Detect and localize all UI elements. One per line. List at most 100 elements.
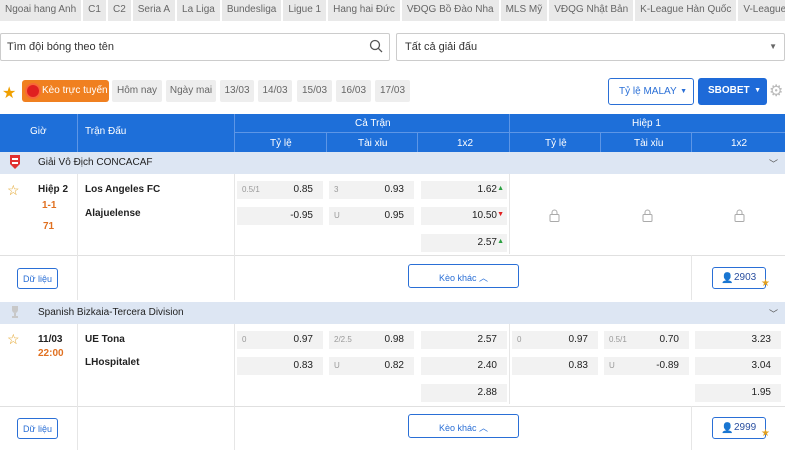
odds-cell[interactable]: 1.62 ▲ [421, 181, 507, 199]
odds-cell[interactable]: 3.04 [695, 357, 781, 375]
odds-cell[interactable]: 2.88 [421, 384, 507, 402]
odds-value: 0.85 [293, 184, 313, 195]
odds-cell[interactable]: U 0.95 [329, 207, 414, 225]
star-icon: ★ [761, 428, 770, 439]
more-odds-button[interactable]: Kèo khác ︿ [408, 414, 519, 438]
match-data-button[interactable]: Dữ liệu [17, 418, 58, 439]
league-tab[interactable]: MLS Mỹ [500, 0, 548, 21]
search-input[interactable]: Tìm đội bóng theo tên [0, 33, 390, 61]
user-icon: 👤 [721, 423, 734, 434]
odds-cell[interactable]: 1.95 [695, 384, 781, 402]
header-divider [234, 114, 235, 152]
league-tab[interactable]: VĐQG Nhật Bản [549, 0, 634, 21]
header-half-over-under: Tài xỉu [634, 138, 664, 149]
odds-line: 0 [517, 335, 522, 344]
odds-cell[interactable]: 0.5/1 0.70 [604, 331, 689, 349]
header-divider [509, 114, 510, 152]
odds-cell[interactable]: 0.83 [512, 357, 598, 375]
search-icon[interactable] [369, 39, 383, 53]
favorite-star-icon[interactable]: ☆ [7, 331, 20, 348]
trophy-icon [12, 306, 18, 318]
odds-cell[interactable]: 3.23 [695, 331, 781, 349]
more-odds-button[interactable]: Kèo khác ︿ [408, 264, 519, 288]
odds-cell[interactable]: 2.57 ▲ [421, 234, 507, 252]
chevron-down-icon: ▼ [680, 88, 687, 95]
odds-cell[interactable]: 3 0.93 [329, 181, 414, 199]
tab-date[interactable]: 15/03 [297, 80, 332, 102]
away-team: Alajuelense [85, 208, 141, 219]
bet-count-button[interactable]: 👤 2903 [712, 267, 766, 289]
date-row: ★ Kèo trực tuyến Hôm nay Ngày mai 13/03 … [0, 78, 785, 106]
chevron-down-icon[interactable]: ﹀ [769, 307, 778, 320]
gear-icon[interactable]: ⚙ [769, 81, 783, 101]
odds-cell[interactable]: 10.50 ▼ [421, 207, 507, 225]
header-half-handicap: Tỷ lệ [545, 138, 567, 149]
match-date: 11/03 [38, 334, 63, 345]
odds-value: 10.50 [471, 210, 497, 221]
tab-today[interactable]: Hôm nay [112, 80, 162, 102]
odds-format-label: Tỷ lệ MALAY [619, 86, 677, 97]
league-tab[interactable]: V-League [738, 0, 785, 21]
chevron-down-icon: ▼ [769, 42, 777, 51]
odds-line: 3 [334, 185, 339, 194]
odds-value: 0.82 [384, 360, 404, 371]
league-tab[interactable]: VĐQG Bồ Đào Nha [401, 0, 499, 21]
header-over-under: Tài xỉu [358, 138, 388, 149]
league-group-header[interactable]: Spanish Bizkaia-Tercera Division ﹀ [0, 302, 785, 324]
tab-tomorrow[interactable]: Ngày mai [166, 80, 216, 102]
league-tab[interactable]: K-League Hàn Quốc [635, 0, 737, 21]
arrow-up-icon: ▲ [497, 238, 504, 245]
odds-cell[interactable]: 0 0.97 [237, 331, 323, 349]
league-tab[interactable]: La Liga [177, 0, 220, 21]
odds-cell[interactable]: 0.5/1 0.85 [237, 181, 323, 199]
chevron-down-icon: ▼ [754, 87, 761, 94]
odds-cell[interactable]: 2.57 [421, 331, 507, 349]
odds-line: 0.5/1 [242, 185, 260, 194]
league-tab[interactable]: C1 [83, 0, 106, 21]
odds-value: 2.88 [477, 387, 497, 398]
odds-line: U [609, 361, 615, 370]
odds-cell[interactable]: 0 0.97 [512, 331, 598, 349]
odds-value: 0.97 [293, 334, 313, 345]
tab-live[interactable]: Kèo trực tuyến [22, 80, 109, 102]
league-tab[interactable]: C2 [107, 0, 131, 21]
tab-date[interactable]: 17/03 [375, 80, 410, 102]
lock-icon [642, 209, 653, 222]
odds-line: 0 [242, 335, 247, 344]
column-divider [509, 174, 510, 254]
league-tab[interactable]: Hang hai Đức [328, 0, 400, 21]
chevron-down-icon[interactable]: ﹀ [769, 157, 778, 170]
league-tab[interactable]: Seria A [132, 0, 176, 21]
filter-row: Tìm đội bóng theo tên Tất cả giải đấu ▼ [0, 33, 785, 61]
header-1x2: 1x2 [457, 138, 474, 149]
odds-line: 2/2.5 [334, 335, 352, 344]
lock-icon [734, 209, 745, 222]
header-divider [326, 133, 327, 152]
bet-count-button[interactable]: 👤 2999 [712, 417, 766, 439]
league-select[interactable]: Tất cả giải đấu ▼ [396, 33, 785, 61]
tab-date[interactable]: 16/03 [336, 80, 371, 102]
odds-value: 0.93 [384, 184, 404, 195]
column-divider [509, 324, 510, 404]
favorite-star-icon[interactable]: ☆ [7, 182, 20, 199]
tab-date[interactable]: 14/03 [258, 80, 292, 102]
header-divider [77, 114, 78, 152]
match-score: 1-1 [42, 200, 57, 211]
league-group-header[interactable]: Giải Vô Địch CONCACAF ﹀ [0, 152, 785, 174]
odds-cell[interactable]: 0.83 [237, 357, 323, 375]
odds-cell[interactable]: 2.40 [421, 357, 507, 375]
odds-cell[interactable]: 2/2.5 0.98 [329, 331, 414, 349]
odds-cell[interactable]: U 0.82 [329, 357, 414, 375]
favorites-star-icon[interactable]: ★ [2, 83, 16, 103]
league-tab[interactable]: Ligue 1 [283, 0, 327, 21]
match-data-button[interactable]: Dữ liệu [17, 268, 58, 289]
odds-format-select[interactable]: Tỷ lệ MALAY ▼ [608, 78, 694, 105]
lock-icon [549, 209, 560, 222]
league-tab[interactable]: Ngoai hang Anh [0, 0, 82, 21]
tab-date[interactable]: 13/03 [220, 80, 254, 102]
header-divider [234, 132, 785, 133]
odds-cell[interactable]: -0.95 [237, 207, 323, 225]
league-tab[interactable]: Bundesliga [221, 0, 282, 21]
odds-cell[interactable]: U -0.89 [604, 357, 689, 375]
bookmaker-select[interactable]: SBOBET ▼ [698, 78, 767, 105]
